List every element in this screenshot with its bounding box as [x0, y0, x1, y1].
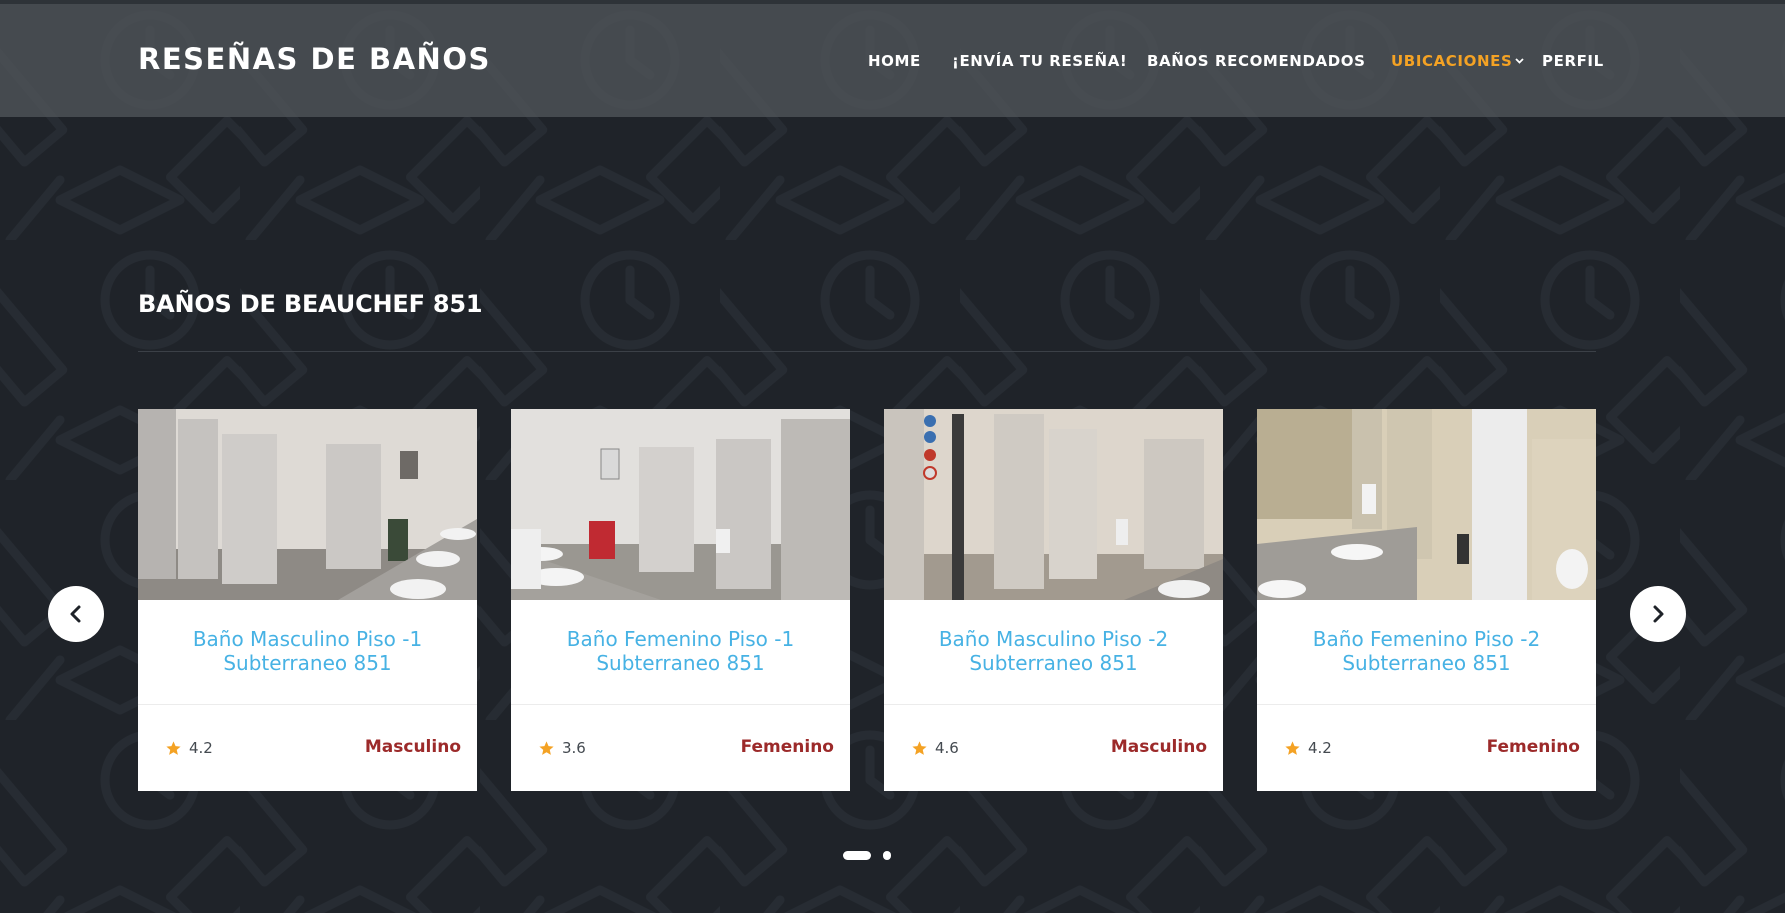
rating-value: 4.2 — [1308, 739, 1332, 757]
card-separator — [138, 704, 477, 705]
nav-recommended[interactable]: BAÑOS RECOMENDADOS — [1147, 52, 1366, 70]
nav-locations[interactable]: UBICACIONES — [1391, 52, 1524, 70]
rating-value: 4.2 — [189, 739, 213, 757]
chevron-down-icon — [1515, 58, 1524, 64]
chevron-left-icon — [70, 605, 81, 623]
star-icon — [539, 740, 554, 755]
carousel-prev-button[interactable] — [48, 586, 104, 642]
star-icon — [166, 740, 181, 755]
restroom-photo — [1257, 409, 1596, 600]
card-title-line1: Baño Masculino Piso -2 — [938, 627, 1169, 651]
restroom-card[interactable]: Baño Masculino Piso -1 Subterraneo 851 4.… — [138, 409, 477, 791]
main-nav: HOME ¡ENVÍA TU RESEÑA! BAÑOS RECOMENDADO… — [0, 52, 1785, 76]
card-rating: 3.6 — [538, 738, 586, 758]
nav-home[interactable]: HOME — [868, 52, 921, 70]
nav-profile[interactable]: PERFIL — [1542, 52, 1604, 70]
gender-label: Femenino — [740, 737, 834, 757]
restroom-card[interactable]: Baño Masculino Piso -2 Subterraneo 851 4.… — [884, 409, 1223, 791]
site-header: RESEÑAS DE BAÑOS HOME ¡ENVÍA TU RESEÑA! … — [0, 4, 1785, 117]
gender-label: Femenino — [1486, 737, 1580, 757]
card-separator — [511, 704, 850, 705]
restroom-card[interactable]: Baño Femenino Piso -1 Subterraneo 851 3.6… — [511, 409, 850, 791]
card-title-line1: Baño Femenino Piso -1 — [566, 627, 795, 651]
pagination-dot-active[interactable] — [843, 851, 871, 860]
top-border — [0, 0, 1785, 4]
card-title-line1: Baño Masculino Piso -1 — [192, 627, 423, 651]
card-title-line2: Subterraneo 851 — [596, 651, 765, 675]
restroom-photo — [511, 409, 850, 600]
main-content: BAÑOS DE BEAUCHEF 851 Baño Masculino Pis… — [0, 0, 1785, 913]
rating-value: 3.6 — [562, 739, 586, 757]
card-title-line2: Subterraneo 851 — [1342, 651, 1511, 675]
chevron-right-icon — [1653, 605, 1664, 623]
card-separator — [1257, 704, 1596, 705]
card-rating: 4.6 — [911, 738, 959, 758]
restroom-photo — [884, 409, 1223, 600]
card-title-line2: Subterraneo 851 — [969, 651, 1138, 675]
card-title[interactable]: Baño Femenino Piso -2 Subterraneo 851 — [1267, 627, 1586, 675]
card-title[interactable]: Baño Masculino Piso -1 Subterraneo 851 — [148, 627, 467, 675]
card-separator — [884, 704, 1223, 705]
star-icon — [1285, 740, 1300, 755]
section-divider — [138, 351, 1596, 352]
restroom-card[interactable]: Baño Femenino Piso -2 Subterraneo 851 4.2… — [1257, 409, 1596, 791]
card-rating: 4.2 — [165, 738, 213, 758]
rating-value: 4.6 — [935, 739, 959, 757]
card-rating: 4.2 — [1284, 738, 1332, 758]
carousel-next-button[interactable] — [1630, 586, 1686, 642]
nav-locations-label: UBICACIONES — [1391, 52, 1513, 70]
pagination-dot[interactable] — [883, 851, 891, 860]
card-title[interactable]: Baño Masculino Piso -2 Subterraneo 851 — [894, 627, 1213, 675]
gender-label: Masculino — [1110, 737, 1207, 757]
restroom-photo — [138, 409, 477, 600]
star-icon — [912, 740, 927, 755]
card-title-line1: Baño Femenino Piso -2 — [1312, 627, 1541, 651]
section-title: BAÑOS DE BEAUCHEF 851 — [138, 290, 483, 318]
card-title-line2: Subterraneo 851 — [223, 651, 392, 675]
gender-label: Masculino — [364, 737, 461, 757]
card-title[interactable]: Baño Femenino Piso -1 Subterraneo 851 — [521, 627, 840, 675]
nav-send-review[interactable]: ¡ENVÍA TU RESEÑA! — [952, 52, 1127, 70]
